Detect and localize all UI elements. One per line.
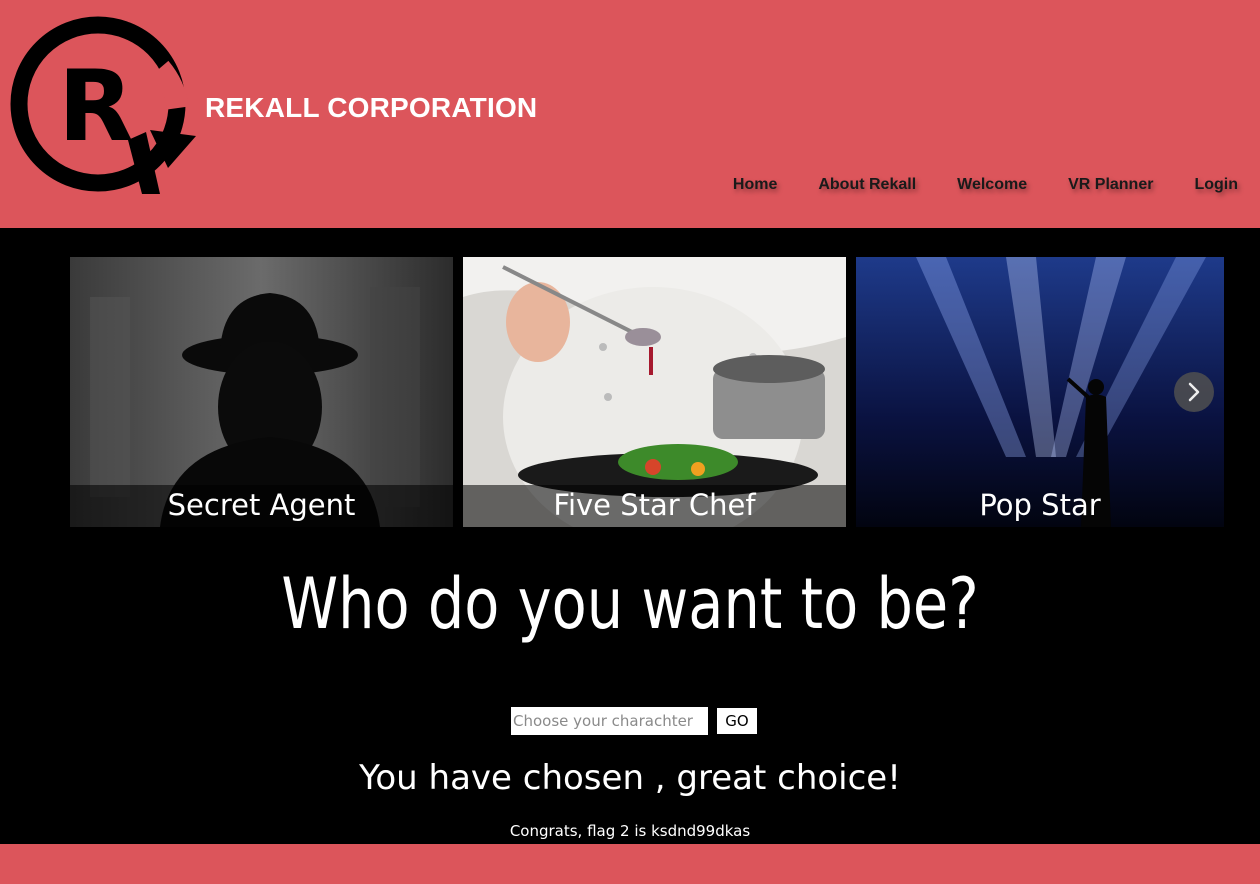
nav-welcome[interactable]: Welcome xyxy=(957,176,1027,194)
site-header: R REKALL CORPORATION Home About Rekall W… xyxy=(0,0,1260,228)
flag-message: Congrats, flag 2 is ksdnd99dkas xyxy=(509,822,751,840)
nav-home[interactable]: Home xyxy=(733,176,777,194)
slide-caption: Secret Agent xyxy=(167,488,356,522)
slide-caption: Five Star Chef xyxy=(553,488,756,522)
page-headline: Who do you want to be? xyxy=(281,563,979,645)
result-message: You have chosen , great choice! xyxy=(359,758,901,798)
chevron-right-icon xyxy=(1188,382,1200,402)
character-carousel: Secret Agent Five Star Chef Pop Star xyxy=(70,257,1224,527)
slide-pop-star[interactable]: Pop Star xyxy=(856,257,1224,527)
nav-vr-planner[interactable]: VR Planner xyxy=(1068,176,1153,194)
slide-five-star-chef[interactable]: Five Star Chef xyxy=(463,257,846,527)
character-input[interactable] xyxy=(511,707,708,735)
go-button[interactable]: GO xyxy=(717,708,757,734)
svg-text:R: R xyxy=(58,50,133,164)
slide-secret-agent[interactable]: Secret Agent xyxy=(70,257,453,527)
brand-title: REKALL CORPORATION xyxy=(205,92,538,123)
rekall-logo-icon[interactable]: R xyxy=(10,8,202,200)
singer-on-stage-image xyxy=(856,257,1224,527)
nav-login[interactable]: Login xyxy=(1194,176,1238,194)
slide-caption: Pop Star xyxy=(979,488,1101,522)
carousel-next-button[interactable] xyxy=(1174,372,1214,412)
site-footer xyxy=(0,844,1260,884)
nav-about-rekall[interactable]: About Rekall xyxy=(818,176,916,194)
main-nav: Home About Rekall Welcome VR Planner Log… xyxy=(692,176,1238,194)
